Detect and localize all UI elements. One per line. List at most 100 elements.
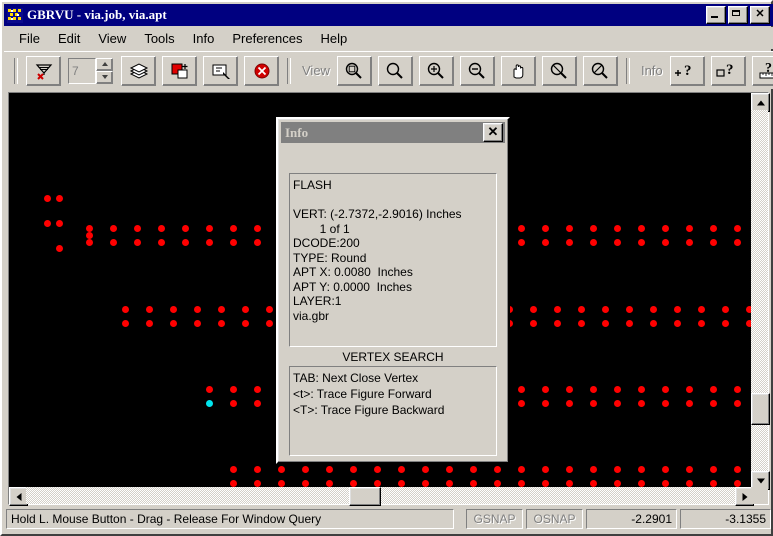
- flash-dot[interactable]: [122, 320, 129, 327]
- layer-spinner-up[interactable]: [96, 57, 113, 71]
- flash-dot[interactable]: [722, 320, 729, 327]
- flash-dot[interactable]: [530, 306, 537, 313]
- flash-dot[interactable]: [278, 480, 285, 487]
- menu-item-preferences[interactable]: Preferences: [223, 29, 311, 48]
- flash-dot[interactable]: [578, 306, 585, 313]
- flash-dot[interactable]: [674, 320, 681, 327]
- flash-dot[interactable]: [590, 480, 597, 487]
- flash-dot[interactable]: [350, 480, 357, 487]
- menu-item-edit[interactable]: Edit: [49, 29, 89, 48]
- flash-dot[interactable]: [518, 239, 525, 246]
- flash-dot[interactable]: [158, 239, 165, 246]
- flash-dot[interactable]: [182, 225, 189, 232]
- flash-dot[interactable]: [566, 466, 573, 473]
- flash-dot[interactable]: [518, 225, 525, 232]
- flash-dot[interactable]: [446, 480, 453, 487]
- flash-dot[interactable]: [698, 320, 705, 327]
- flash-dot[interactable]: [56, 220, 63, 227]
- flash-dot[interactable]: [710, 386, 717, 393]
- menu-item-help[interactable]: Help: [311, 29, 356, 48]
- flash-dot[interactable]: [626, 320, 633, 327]
- flash-dot[interactable]: [650, 306, 657, 313]
- flash-dot[interactable]: [326, 466, 333, 473]
- flash-dot[interactable]: [710, 480, 717, 487]
- flash-dot[interactable]: [722, 306, 729, 313]
- measure-icon-button[interactable]: ?: [751, 55, 773, 86]
- flash-dot[interactable]: [566, 480, 573, 487]
- menu-item-tools[interactable]: Tools: [135, 29, 183, 48]
- flash-dot[interactable]: [122, 306, 129, 313]
- flash-dot[interactable]: [518, 466, 525, 473]
- flash-dot[interactable]: [614, 480, 621, 487]
- gsnap-indicator[interactable]: GSNAP: [466, 509, 523, 529]
- flash-dot[interactable]: [254, 466, 261, 473]
- selected-flash-dot[interactable]: [206, 400, 213, 407]
- flash-dot[interactable]: [194, 320, 201, 327]
- flash-dot[interactable]: [254, 400, 261, 407]
- flash-dot[interactable]: [146, 320, 153, 327]
- flash-dot[interactable]: [230, 386, 237, 393]
- flash-dot[interactable]: [86, 232, 93, 239]
- zoom-previous-icon-button[interactable]: [541, 55, 577, 86]
- flash-dot[interactable]: [686, 239, 693, 246]
- flash-dot[interactable]: [278, 466, 285, 473]
- flash-dot[interactable]: [494, 466, 501, 473]
- query-point-icon-button[interactable]: ?: [669, 55, 705, 86]
- flash-dot[interactable]: [734, 466, 741, 473]
- flash-dot[interactable]: [518, 400, 525, 407]
- osnap-indicator[interactable]: OSNAP: [526, 509, 583, 529]
- flash-dot[interactable]: [734, 386, 741, 393]
- flash-dot[interactable]: [134, 225, 141, 232]
- flash-dot[interactable]: [86, 225, 93, 232]
- flash-dot[interactable]: [470, 466, 477, 473]
- flash-dot[interactable]: [638, 225, 645, 232]
- flash-dot[interactable]: [662, 386, 669, 393]
- flash-dot[interactable]: [266, 320, 273, 327]
- zoom-window-icon-button[interactable]: [336, 55, 372, 86]
- flash-dot[interactable]: [674, 306, 681, 313]
- flash-dot[interactable]: [242, 320, 249, 327]
- maximize-button[interactable]: [728, 6, 748, 24]
- horizontal-scroll-thumb[interactable]: [349, 487, 381, 506]
- flash-dot[interactable]: [734, 239, 741, 246]
- flash-dot[interactable]: [446, 466, 453, 473]
- flash-dot[interactable]: [266, 306, 273, 313]
- flash-dot[interactable]: [590, 225, 597, 232]
- flash-dot[interactable]: [734, 480, 741, 487]
- layers-icon-button[interactable]: [121, 55, 156, 86]
- flash-dot[interactable]: [86, 239, 93, 246]
- flash-dot[interactable]: [194, 306, 201, 313]
- zoom-next-icon-button[interactable]: [582, 55, 618, 86]
- flash-dot[interactable]: [542, 386, 549, 393]
- flash-dot[interactable]: [566, 239, 573, 246]
- flash-dot[interactable]: [530, 320, 537, 327]
- vertical-scroll-thumb[interactable]: [751, 393, 770, 425]
- query-window-icon-button[interactable]: ?: [710, 55, 746, 86]
- flash-dot[interactable]: [134, 239, 141, 246]
- flash-dot[interactable]: [602, 306, 609, 313]
- zoom-fit-icon-button[interactable]: [377, 55, 413, 86]
- flash-dot[interactable]: [638, 239, 645, 246]
- flash-dot[interactable]: [590, 239, 597, 246]
- flash-dot[interactable]: [542, 400, 549, 407]
- flash-dot[interactable]: [686, 480, 693, 487]
- flash-dot[interactable]: [518, 480, 525, 487]
- flash-dot[interactable]: [734, 400, 741, 407]
- select-figure-icon-button[interactable]: [203, 55, 238, 86]
- flash-dot[interactable]: [302, 480, 309, 487]
- flash-dot[interactable]: [230, 466, 237, 473]
- flash-dot[interactable]: [650, 320, 657, 327]
- flash-dot[interactable]: [554, 306, 561, 313]
- flash-dot[interactable]: [230, 239, 237, 246]
- info-dialog[interactable]: Info ✕ FLASH VERT: (-2.7372,-2.9016) Inc…: [276, 117, 510, 464]
- vertical-scrollbar[interactable]: [751, 93, 770, 490]
- flash-dot[interactable]: [398, 466, 405, 473]
- zoom-in-icon-button[interactable]: [418, 55, 454, 86]
- flash-dot[interactable]: [566, 225, 573, 232]
- flash-dot[interactable]: [614, 239, 621, 246]
- flash-dot[interactable]: [614, 386, 621, 393]
- flash-dot[interactable]: [662, 225, 669, 232]
- flash-dot[interactable]: [662, 400, 669, 407]
- flash-dot[interactable]: [638, 386, 645, 393]
- flash-dot[interactable]: [626, 306, 633, 313]
